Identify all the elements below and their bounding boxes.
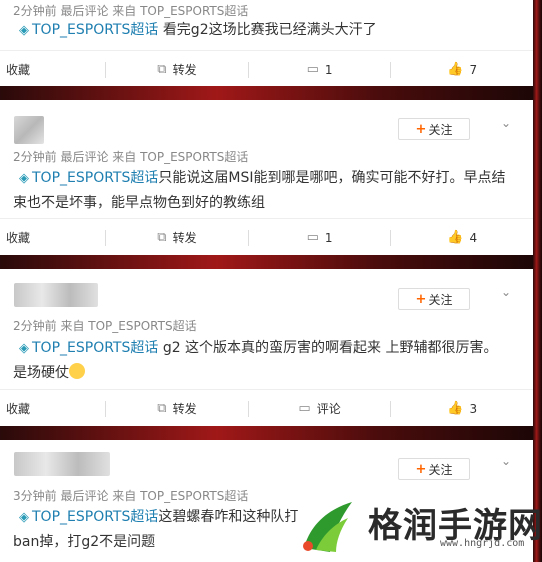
background-image (0, 426, 542, 440)
comment-text: ◈ TOP_ESPORTS超话只能说这届MSI能到哪是哪吧，确实可能不好打。早点结… (13, 166, 521, 215)
comment-card: 2分钟前 最后评论 来自 TOP_ESPORTS超话 ◈ TOP_ESPORTS超… (0, 0, 533, 86)
comment-body: 只能说这届MSI能到哪是哪吧，确实可能不好打。早点结 (158, 170, 506, 186)
background-image (533, 0, 542, 562)
topic-link[interactable]: TOP_ESPORTS超话 (32, 170, 158, 186)
chevron-down-icon[interactable]: ⌄ (498, 454, 514, 470)
plus-icon: + (415, 461, 427, 477)
collect-button[interactable]: 收藏 (0, 390, 105, 427)
collect-button[interactable]: 收藏 (0, 51, 105, 88)
background-image (0, 86, 542, 100)
comment-text: ◈ TOP_ESPORTS超话 看完g2这场比赛我已经满头大汗了 (13, 18, 521, 43)
comment-body: g2 这个版本真的蛮厉害的啊看起来 上野辅都很厉害。 (162, 340, 498, 356)
comment-meta: 2分钟前 最后评论 来自 TOP_ESPORTS超话 (13, 150, 249, 164)
plus-icon: + (415, 291, 427, 307)
topic-link[interactable]: TOP_ESPORTS超话 (32, 340, 158, 356)
follow-button[interactable]: + 关注 (398, 288, 470, 310)
thumbs-up-icon: 👍 (447, 401, 464, 416)
comment-button[interactable]: ▭ 1 (249, 51, 391, 88)
thumbs-up-icon: 👍 (447, 62, 464, 77)
topic-icon: ◈ (19, 171, 29, 186)
comment-icon: ▭ (306, 62, 319, 77)
action-bar: 收藏 ⧉ 转发 ▭ 1 👍 7 (0, 50, 533, 88)
repost-button[interactable]: ⧉ 转发 (106, 51, 248, 88)
comment-meta: 3分钟前 最后评论 来自 TOP_ESPORTS超话 (13, 489, 249, 503)
comment-icon: ▭ (306, 230, 319, 245)
avatar[interactable] (14, 283, 98, 307)
chevron-down-icon[interactable]: ⌄ (498, 285, 514, 301)
like-button[interactable]: 👍 3 (391, 390, 533, 427)
avatar[interactable] (14, 116, 44, 144)
comment-text: ◈ TOP_ESPORTS超话这碧螺春咋和这种队打 ban掉，打g2不是问题 (13, 505, 313, 554)
comment-meta: 2分钟前 最后评论 来自 TOP_ESPORTS超话 (13, 4, 249, 18)
collect-button[interactable]: 收藏 (0, 219, 105, 256)
avatar[interactable] (14, 452, 110, 476)
action-bar: 收藏 ⧉ 转发 ▭ 评论 👍 3 (0, 389, 533, 427)
repost-icon: ⧉ (157, 401, 167, 416)
topic-icon: ◈ (19, 341, 29, 356)
comment-button[interactable]: ▭ 评论 (249, 390, 391, 427)
action-bar: 收藏 ⧉ 转发 ▭ 1 👍 4 (0, 218, 533, 256)
comment-body: 看完g2这场比赛我已经满头大汗了 (162, 22, 377, 38)
like-button[interactable]: 👍 4 (391, 219, 533, 256)
crying-emoji-icon (69, 363, 85, 379)
thumbs-up-icon: 👍 (447, 230, 464, 245)
like-button[interactable]: 👍 7 (391, 51, 533, 88)
comment-icon: ▭ (298, 401, 311, 416)
plus-icon: + (415, 121, 427, 137)
comment-body: 是场硬仗 (13, 365, 69, 381)
follow-button[interactable]: + 关注 (398, 118, 470, 140)
repost-button[interactable]: ⧉ 转发 (106, 219, 248, 256)
follow-button[interactable]: + 关注 (398, 458, 470, 480)
repost-icon: ⧉ (157, 62, 167, 77)
comment-card: + 关注 ⌄ 2分钟前 来自 TOP_ESPORTS超话 ◈ TOP_ESPORTS… (0, 269, 533, 426)
comment-body: 这碧螺春咋和这种队打 (158, 509, 299, 525)
background-image (0, 255, 542, 269)
comment-button[interactable]: ▭ 1 (249, 219, 391, 256)
repost-icon: ⧉ (157, 230, 167, 245)
topic-icon: ◈ (19, 23, 29, 38)
comment-meta: 2分钟前 来自 TOP_ESPORTS超话 (13, 319, 197, 333)
topic-link[interactable]: TOP_ESPORTS超话 (32, 509, 158, 525)
site-watermark: 格润手游网 www.hngrjd.com (292, 490, 542, 562)
comment-body: ban掉，打g2不是问题 (13, 534, 156, 550)
chevron-down-icon[interactable]: ⌄ (498, 116, 514, 132)
topic-icon: ◈ (19, 510, 29, 525)
watermark-logo-icon (303, 502, 352, 552)
repost-button[interactable]: ⧉ 转发 (106, 390, 248, 427)
comment-text: ◈ TOP_ESPORTS超话 g2 这个版本真的蛮厉害的啊看起来 上野辅都很厉害… (13, 336, 521, 385)
comment-body: 束也不是坏事，能早点物色到好的教练组 (13, 195, 265, 211)
watermark-url: www.hngrjd.com (440, 538, 525, 549)
comment-card: + 关注 ⌄ 2分钟前 最后评论 来自 TOP_ESPORTS超话 ◈ TOP_ES… (0, 100, 533, 255)
topic-link[interactable]: TOP_ESPORTS超话 (32, 22, 158, 38)
